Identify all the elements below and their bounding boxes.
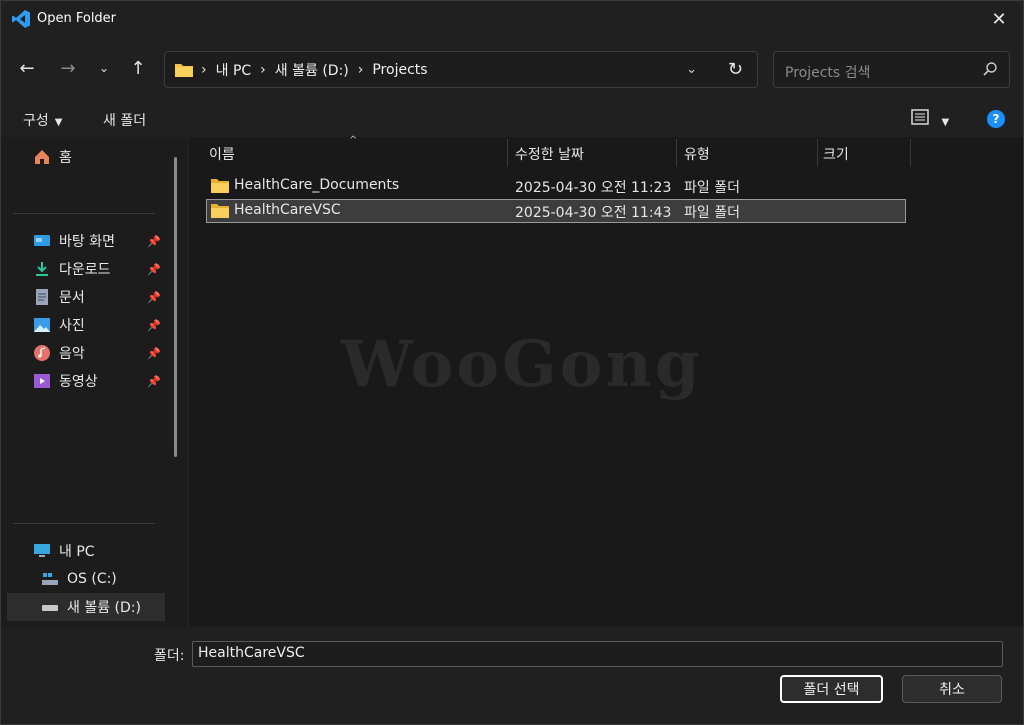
sidebar-item-home[interactable]: 홈: [1, 143, 165, 171]
sidebar-item-label: 다운로드: [59, 262, 111, 278]
desktop-icon: [33, 232, 51, 250]
sidebar-item-downloads[interactable]: 다운로드 📌: [1, 255, 165, 283]
view-options-button[interactable]: ▼: [911, 109, 949, 129]
column-header-name[interactable]: 이름: [209, 139, 509, 169]
cancel-button[interactable]: 취소: [902, 675, 1002, 703]
video-icon: [33, 372, 51, 390]
close-icon[interactable]: ✕: [985, 5, 1013, 33]
windows-drive-icon: [41, 570, 59, 588]
dialog-footer: 폴더: HealthCareVSC 폴더 선택 취소: [1, 627, 1023, 724]
address-bar[interactable]: › 내 PC › 새 볼륨 (D:) › Projects ⌄ ↻: [164, 51, 758, 88]
sidebar-item-label: 문서: [59, 290, 85, 306]
command-bar: 구성 ▼ 새 폴더 ▼ ?: [1, 99, 1023, 137]
folder-icon: [174, 62, 194, 82]
pin-icon[interactable]: 📌: [147, 347, 161, 360]
divider: [13, 213, 155, 214]
download-icon: [33, 260, 51, 278]
breadcrumb-separator: ›: [260, 61, 266, 78]
file-list: ^ 이름 수정한 날짜 유형 크기 HealthCare_Documents 2…: [189, 135, 1023, 627]
pin-icon[interactable]: 📌: [147, 263, 161, 276]
file-name: HealthCare_Documents: [234, 177, 400, 193]
breadcrumb-my-pc[interactable]: 내 PC: [216, 60, 252, 80]
chevron-down-icon[interactable]: ⌄: [91, 55, 117, 81]
vscode-icon: [11, 9, 31, 29]
file-row[interactable]: HealthCareVSC 2025-04-30 오전 11:43 파일 폴더: [206, 199, 906, 223]
watermark: WooGong: [341, 327, 703, 402]
folder-name-input[interactable]: HealthCareVSC: [192, 641, 1003, 667]
column-header-size[interactable]: 크기: [823, 139, 903, 169]
caret-down-icon: ▼: [941, 117, 950, 128]
open-folder-dialog: Open Folder ✕ ← → ⌄ ↑ › 내 PC › 새 볼륨 (D:)…: [0, 0, 1024, 725]
picture-icon: [33, 316, 51, 334]
file-type: 파일 폴더: [684, 180, 740, 196]
sidebar-item-label: OS (C:): [67, 571, 117, 587]
folder-icon: [210, 203, 230, 223]
column-divider[interactable]: [676, 139, 677, 167]
divider: [13, 523, 155, 524]
address-history-chevron-icon[interactable]: ⌄: [686, 62, 697, 77]
column-divider[interactable]: [910, 139, 911, 167]
navigation-bar: ← → ⌄ ↑ › 내 PC › 새 볼륨 (D:) › Projects ⌄ …: [1, 37, 1023, 99]
sidebar-item-label: 사진: [59, 318, 85, 334]
folder-icon: [210, 178, 230, 198]
new-folder-button[interactable]: 새 폴더: [103, 110, 146, 130]
sidebar-item-pictures[interactable]: 사진 📌: [1, 311, 165, 339]
search-input[interactable]: Projects 검색: [785, 62, 870, 82]
sidebar-item-label: 음악: [59, 346, 85, 362]
column-divider[interactable]: [817, 139, 818, 167]
arrow-right-icon[interactable]: →: [55, 55, 81, 81]
arrow-left-icon[interactable]: ←: [14, 55, 40, 81]
sidebar-item-label: 내 PC: [59, 544, 95, 560]
column-header-modified[interactable]: 수정한 날짜: [515, 139, 675, 169]
folder-field-label: 폴더:: [154, 648, 185, 664]
file-name: HealthCareVSC: [234, 202, 341, 218]
list-view-icon: [911, 109, 929, 125]
sidebar-item-desktop[interactable]: 바탕 화면 📌: [1, 227, 165, 255]
column-divider[interactable]: [507, 139, 508, 167]
breadcrumb: › 내 PC › 새 볼륨 (D:) › Projects: [201, 52, 437, 87]
file-modified: 2025-04-30 오전 11:43: [515, 205, 672, 221]
breadcrumb-projects[interactable]: Projects: [372, 62, 427, 78]
refresh-icon[interactable]: ↻: [728, 59, 743, 80]
file-row[interactable]: HealthCare_Documents 2025-04-30 오전 11:23…: [206, 174, 906, 198]
file-modified: 2025-04-30 오전 11:23: [515, 180, 672, 196]
breadcrumb-separator: ›: [201, 61, 207, 78]
sidebar-item-label: 바탕 화면: [59, 234, 115, 250]
home-icon: [33, 148, 51, 166]
arrow-up-icon[interactable]: ↑: [125, 55, 151, 81]
organize-button[interactable]: 구성 ▼: [23, 110, 62, 130]
sidebar-item-drive-d[interactable]: 새 볼륨 (D:): [7, 593, 165, 621]
sidebar-item-label: 새 볼륨 (D:): [67, 600, 141, 616]
sidebar-item-music[interactable]: 음악 📌: [1, 339, 165, 367]
music-icon: [33, 344, 51, 362]
computer-icon: [33, 542, 51, 560]
scrollbar[interactable]: [174, 157, 177, 457]
select-folder-button[interactable]: 폴더 선택: [780, 675, 883, 703]
file-type: 파일 폴더: [684, 205, 740, 221]
help-icon[interactable]: ?: [987, 110, 1005, 128]
pin-icon[interactable]: 📌: [147, 291, 161, 304]
pin-icon[interactable]: 📌: [147, 235, 161, 248]
navigation-pane: 홈 바탕 화면 📌 다운로드 📌 문서 📌 사진 📌 음악 📌 동영상 📌 내 …: [1, 137, 187, 627]
search-icon[interactable]: [982, 61, 998, 81]
pin-icon[interactable]: 📌: [147, 375, 161, 388]
breadcrumb-drive-d[interactable]: 새 볼륨 (D:): [275, 60, 349, 80]
sidebar-item-label: 홈: [59, 150, 72, 166]
column-header-type[interactable]: 유형: [684, 139, 814, 169]
title-bar: Open Folder ✕: [1, 1, 1023, 37]
document-icon: [33, 288, 51, 306]
sidebar-item-videos[interactable]: 동영상 📌: [1, 367, 165, 395]
drive-icon: [41, 598, 59, 616]
breadcrumb-separator: ›: [357, 61, 364, 78]
sidebar-item-label: 동영상: [59, 374, 98, 390]
search-box[interactable]: Projects 검색: [773, 51, 1010, 88]
sidebar-item-this-pc[interactable]: 내 PC: [1, 537, 165, 565]
sidebar-item-documents[interactable]: 문서 📌: [1, 283, 165, 311]
caret-down-icon: ▼: [54, 117, 63, 128]
sidebar-item-drive-c[interactable]: OS (C:): [1, 565, 165, 593]
window-title: Open Folder: [37, 11, 117, 26]
organize-label: 구성: [23, 113, 49, 129]
pin-icon[interactable]: 📌: [147, 319, 161, 332]
